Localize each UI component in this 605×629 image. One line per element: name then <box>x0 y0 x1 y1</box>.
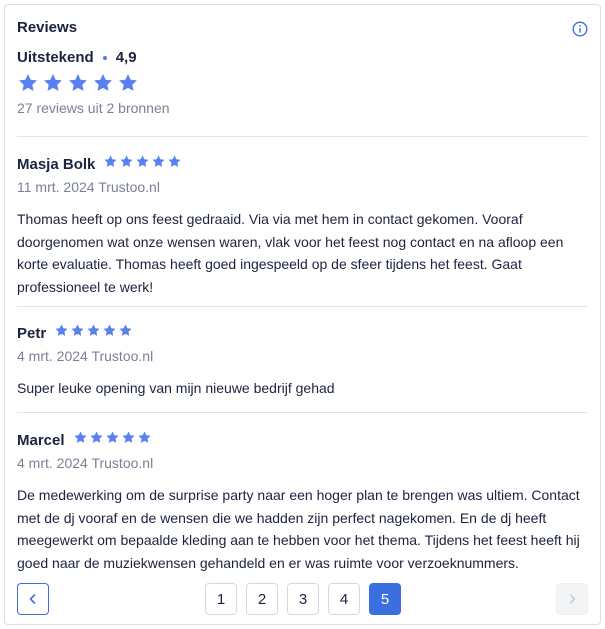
next-page-button[interactable] <box>556 583 588 615</box>
chevron-right-icon <box>569 594 576 604</box>
page-5-button[interactable]: 5 <box>369 583 401 615</box>
star-icon <box>105 431 119 443</box>
review-stars <box>54 323 134 343</box>
review-stars <box>73 430 153 450</box>
review-date-source: 4 mrt. 2024 Trustoo.nl <box>17 455 154 471</box>
star-icon <box>152 155 165 167</box>
summary-stars <box>17 72 170 94</box>
review-stars <box>103 154 183 174</box>
star-icon <box>55 324 68 336</box>
rating-summary: Uitstekend 4,9 27 reviews uit 2 bronnen <box>17 49 170 116</box>
page-2-button[interactable]: 2 <box>246 583 278 615</box>
review-item: Petr 4 mrt. 2024 Trustoo.nl Super leuke … <box>17 323 588 400</box>
page-4-button[interactable]: 4 <box>328 583 360 615</box>
separator-dot <box>102 55 107 60</box>
page-1-button[interactable]: 1 <box>205 583 237 615</box>
review-text: Thomas heeft op ons feest gedraaid. Via … <box>17 211 564 295</box>
star-icon <box>73 431 87 443</box>
review-count: 27 reviews uit 2 bronnen <box>17 100 170 116</box>
divider <box>17 136 588 137</box>
review-text: De medewerking om de surprise party naar… <box>17 487 580 571</box>
review-item: Masja Bolk 11 mrt. 2024 Trustoo.nl Thoma… <box>17 154 588 298</box>
review-item: Marcel 4 mrt. 2024 Trustoo.nl De medewer… <box>17 430 588 574</box>
page-3-button[interactable]: 3 <box>287 583 319 615</box>
star-icon <box>103 324 116 336</box>
rating-label: Uitstekend <box>17 49 94 66</box>
star-icon <box>119 74 137 91</box>
divider <box>17 306 588 307</box>
reviews-title: Reviews <box>17 19 78 36</box>
reviewer-name: Marcel <box>17 431 65 449</box>
star-icon <box>168 155 181 167</box>
review-date-source: 4 mrt. 2024 Trustoo.nl <box>17 348 154 364</box>
star-icon <box>119 324 132 336</box>
reviewer-name: Petr <box>17 324 47 342</box>
star-icon <box>69 74 87 91</box>
star-icon <box>120 155 133 167</box>
reviewer-name: Masja Bolk <box>17 155 96 173</box>
star-icon <box>87 324 100 336</box>
star-icon <box>44 74 62 91</box>
star-icon <box>104 155 117 167</box>
star-icon <box>19 74 37 91</box>
pagination: 1 2 3 4 5 <box>17 583 588 615</box>
previous-page-button[interactable] <box>17 583 49 615</box>
chevron-left-icon <box>29 594 36 604</box>
rating-score: 4,9 <box>115 49 137 66</box>
star-icon <box>89 431 103 443</box>
star-icon <box>94 74 112 91</box>
reviews-card: Reviews Uitstekend 4,9 27 reviews uit 2 … <box>4 4 601 625</box>
info-icon[interactable] <box>572 21 588 37</box>
review-text: Super leuke opening van mijn nieuwe bedr… <box>17 380 335 396</box>
star-icon <box>71 324 84 336</box>
review-date-source: 11 mrt. 2024 Trustoo.nl <box>17 179 160 195</box>
divider <box>17 412 588 413</box>
star-icon <box>136 155 149 167</box>
star-icon <box>121 431 135 443</box>
star-icon <box>137 431 151 443</box>
